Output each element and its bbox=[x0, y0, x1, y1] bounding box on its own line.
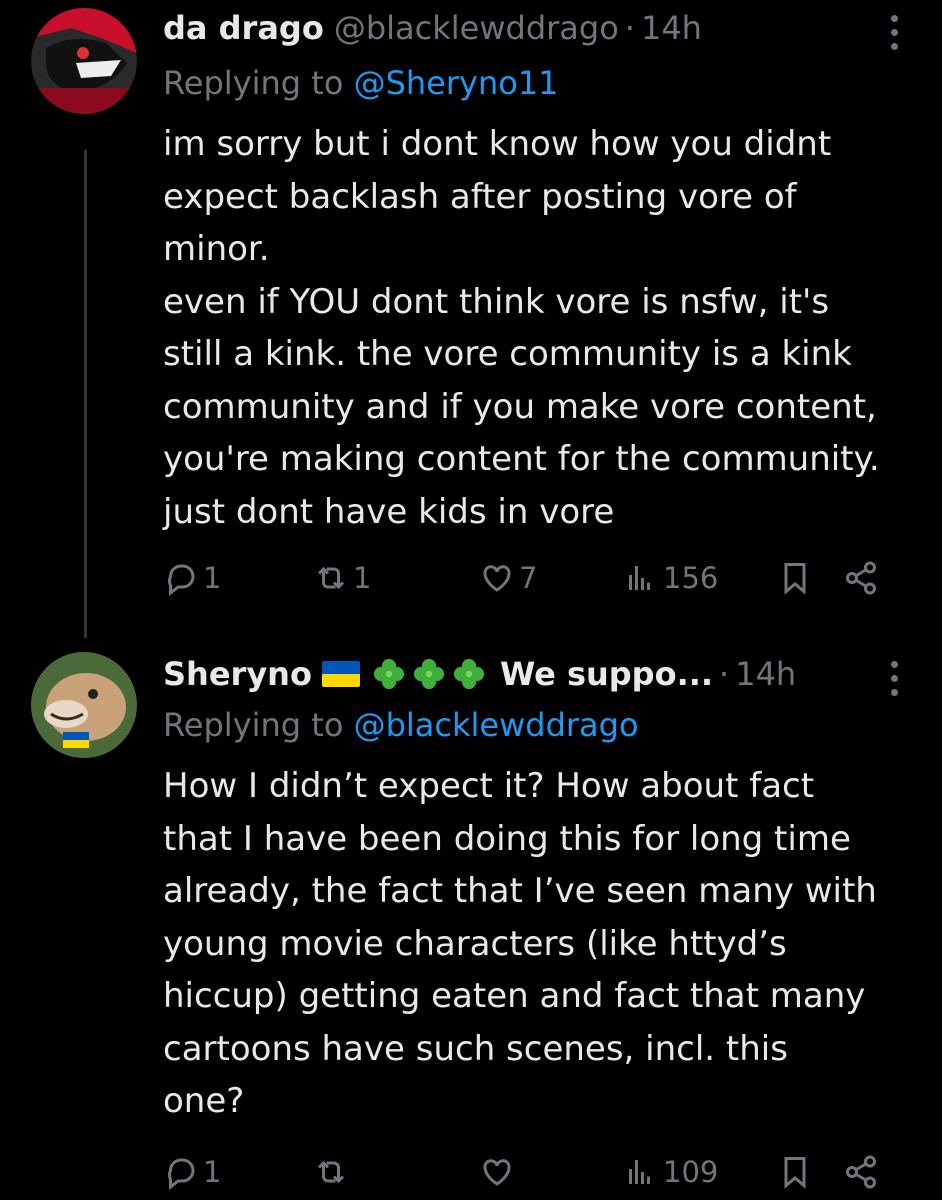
views-button[interactable]: 156 bbox=[623, 556, 718, 600]
replying-label: Replying to bbox=[163, 64, 344, 102]
like-button[interactable]: 7 bbox=[479, 556, 537, 600]
clover-icon bbox=[373, 658, 404, 690]
retweet-icon bbox=[317, 566, 345, 590]
bookmark-icon bbox=[784, 563, 806, 595]
dragon-avatar-icon bbox=[31, 8, 137, 114]
clover-icon bbox=[413, 658, 444, 690]
ukraine-flag-icon bbox=[321, 661, 360, 687]
like-count: 7 bbox=[519, 561, 538, 595]
reply-icon bbox=[167, 1158, 195, 1190]
reply-count: 1 bbox=[203, 1155, 222, 1189]
handle[interactable]: @blacklewddrago bbox=[334, 9, 619, 47]
like-button[interactable] bbox=[479, 1150, 519, 1194]
share-button[interactable] bbox=[843, 1150, 879, 1194]
replying-label: Replying to bbox=[163, 706, 344, 744]
views-count: 156 bbox=[663, 561, 719, 595]
replying-to: Replying to @Sheryno11 bbox=[163, 64, 559, 104]
like-icon bbox=[483, 1159, 511, 1186]
views-icon bbox=[629, 566, 650, 590]
tweet-header: Sheryno We suppo... · 14h bbox=[163, 652, 882, 696]
display-name[interactable]: da drago bbox=[163, 9, 324, 47]
views-count: 109 bbox=[663, 1155, 719, 1189]
separator: · bbox=[719, 655, 730, 693]
tweet-text: im sorry but i dont know how you didnt e… bbox=[163, 124, 880, 532]
timestamp[interactable]: 14h bbox=[735, 655, 796, 693]
display-name-suffix[interactable]: We suppo... bbox=[500, 655, 713, 693]
reply-button[interactable]: 1 bbox=[163, 1150, 221, 1194]
avatar[interactable] bbox=[31, 8, 137, 114]
share-icon bbox=[846, 561, 876, 595]
mention-link[interactable]: @blacklewddrago bbox=[354, 706, 639, 744]
share-icon bbox=[846, 1155, 876, 1189]
tweet-text: How I didn’t expect it? How about fact t… bbox=[163, 766, 877, 1121]
views-button[interactable]: 109 bbox=[623, 1150, 718, 1194]
bookmark-button[interactable] bbox=[777, 1150, 813, 1194]
separator: · bbox=[624, 9, 635, 47]
share-button[interactable] bbox=[843, 556, 879, 600]
more-icon[interactable] bbox=[884, 10, 904, 54]
reply-icon bbox=[167, 564, 195, 596]
retweet-button[interactable] bbox=[313, 1150, 353, 1194]
more-icon[interactable] bbox=[884, 656, 904, 700]
thread-line bbox=[84, 150, 87, 638]
replying-to: Replying to @blacklewddrago bbox=[163, 706, 639, 746]
clover-icon bbox=[453, 658, 484, 690]
action-bar: 1 109 bbox=[163, 1150, 903, 1194]
timestamp[interactable]: 14h bbox=[641, 9, 702, 47]
like-icon bbox=[483, 565, 511, 592]
retweet-button[interactable]: 1 bbox=[313, 556, 371, 600]
retweet-count: 1 bbox=[353, 561, 372, 595]
avatar[interactable] bbox=[31, 652, 137, 758]
views-icon bbox=[629, 1160, 650, 1184]
retweet-icon bbox=[317, 1160, 345, 1184]
tweet-header: da drago @blacklewddrago · 14h bbox=[163, 6, 882, 50]
action-bar: 1 1 7 156 bbox=[163, 556, 903, 600]
reply-button[interactable]: 1 bbox=[163, 556, 221, 600]
display-name[interactable]: Sheryno bbox=[163, 655, 312, 693]
bookmark-icon bbox=[784, 1157, 806, 1189]
bookmark-button[interactable] bbox=[777, 556, 813, 600]
mention-link[interactable]: @Sheryno11 bbox=[354, 64, 559, 102]
reply-count: 1 bbox=[203, 561, 222, 595]
creature-avatar-icon bbox=[31, 652, 137, 758]
